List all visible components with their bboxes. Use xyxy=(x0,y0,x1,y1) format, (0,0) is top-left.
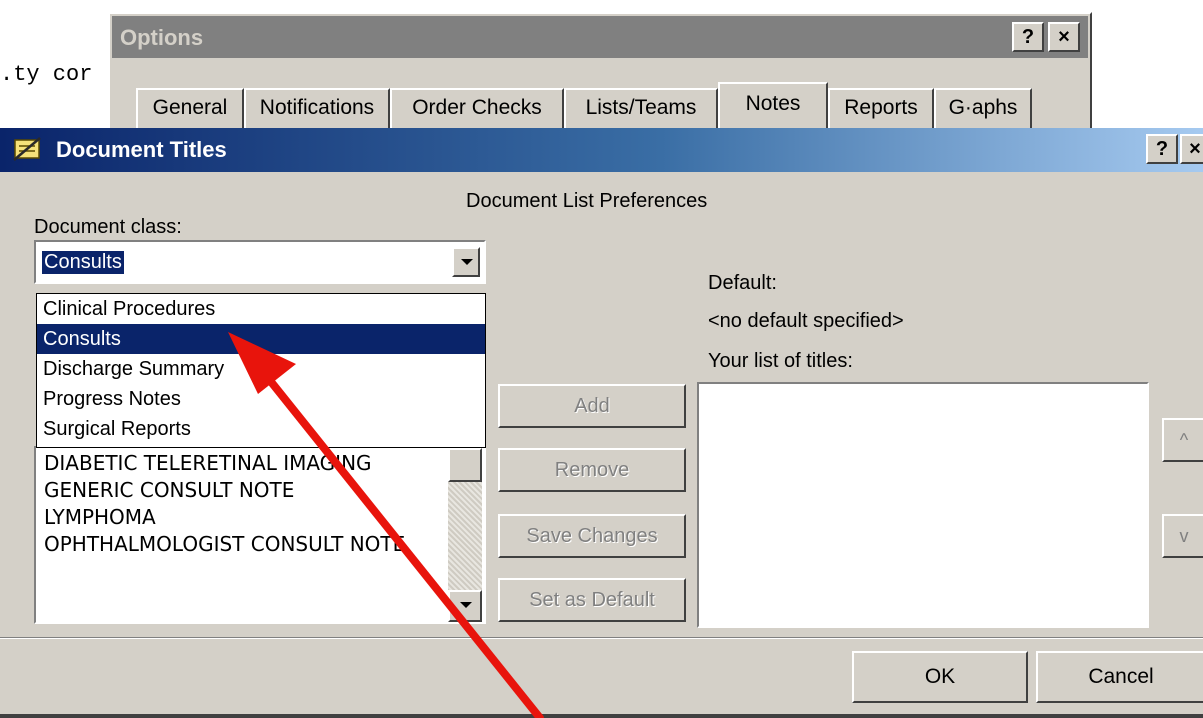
dialog-title-bar: Document Titles ? × xyxy=(0,128,1203,172)
dropdown-option-consults[interactable]: Consults xyxy=(37,324,485,354)
list-item[interactable]: GENERIC CONSULT NOTE xyxy=(38,477,448,504)
set-as-default-button[interactable]: Set as Default xyxy=(498,578,686,622)
dropdown-option-progress-notes[interactable]: Progress Notes xyxy=(37,384,485,414)
your-list-label: Your list of titles: xyxy=(708,350,853,372)
dropdown-option-discharge-summary[interactable]: Discharge Summary xyxy=(37,354,485,384)
tab-lists-teams[interactable]: Lists/Teams xyxy=(564,88,718,130)
list-item[interactable]: LYMPHOMA xyxy=(38,504,448,531)
default-value: <no default specified> xyxy=(708,310,904,332)
background-code-text: .ty cor xyxy=(0,62,93,87)
document-class-combo[interactable]: Consults xyxy=(34,240,486,284)
options-title: Options xyxy=(120,25,204,50)
dropdown-arrow-button[interactable] xyxy=(452,247,480,277)
move-down-button[interactable]: v xyxy=(1162,514,1203,558)
dialog-heading: Document List Preferences xyxy=(466,190,708,212)
remove-button[interactable]: Remove xyxy=(498,448,686,492)
dialog-help-button[interactable]: ? xyxy=(1146,134,1178,164)
chevron-down-icon xyxy=(460,602,472,608)
options-help-button[interactable]: ? xyxy=(1012,22,1044,52)
document-titles-dialog: Document Titles ? × Document List Prefer… xyxy=(0,128,1203,718)
cancel-button[interactable]: Cancel xyxy=(1036,651,1203,703)
add-button[interactable]: Add xyxy=(498,384,686,428)
scroll-down-button[interactable] xyxy=(448,590,482,622)
document-class-value: Consults xyxy=(42,251,124,274)
dropdown-option-clinical-procedures[interactable]: Clinical Procedures xyxy=(37,294,485,324)
chevron-down-icon xyxy=(461,259,473,265)
document-class-label: Document class: xyxy=(34,216,182,238)
move-up-button[interactable]: ^ xyxy=(1162,418,1203,462)
document-class-dropdown-list: Clinical Procedures Consults Discharge S… xyxy=(36,293,486,448)
list-item[interactable]: DIABETIC TELERETINAL IMAGING xyxy=(38,450,448,477)
dialog-separator xyxy=(0,637,1203,639)
tab-reports[interactable]: Reports xyxy=(828,88,934,130)
save-changes-button[interactable]: Save Changes xyxy=(498,514,686,558)
options-title-bar: Options ? × xyxy=(112,16,1088,58)
dialog-title: Document Titles xyxy=(56,137,227,162)
list-item[interactable]: OPHTHALMOLOGIST CONSULT NOTE xyxy=(38,531,448,558)
scrollbar-thumb[interactable] xyxy=(448,448,482,482)
tab-graphs[interactable]: G·aphs xyxy=(934,88,1032,130)
ok-button[interactable]: OK xyxy=(852,651,1028,703)
dropdown-option-surgical-reports[interactable]: Surgical Reports xyxy=(37,414,485,444)
dialog-close-button[interactable]: × xyxy=(1180,134,1203,164)
options-close-button[interactable]: × xyxy=(1048,22,1080,52)
dialog-bottom-edge xyxy=(0,714,1203,718)
titles-list-scrollbar[interactable] xyxy=(448,448,482,622)
tab-notifications[interactable]: Notifications xyxy=(244,88,390,130)
default-label: Default: xyxy=(708,272,777,294)
document-titles-list[interactable]: DIABETIC TELERETINAL IMAGING GENERIC CON… xyxy=(34,446,486,624)
your-titles-list[interactable] xyxy=(697,382,1149,628)
tab-general[interactable]: General xyxy=(136,88,244,130)
tab-notes[interactable]: Notes xyxy=(718,82,828,130)
options-window: Options ? × General Notifications Order … xyxy=(108,12,1092,130)
notepad-icon xyxy=(13,137,41,161)
tab-order-checks[interactable]: Order Checks xyxy=(390,88,564,130)
